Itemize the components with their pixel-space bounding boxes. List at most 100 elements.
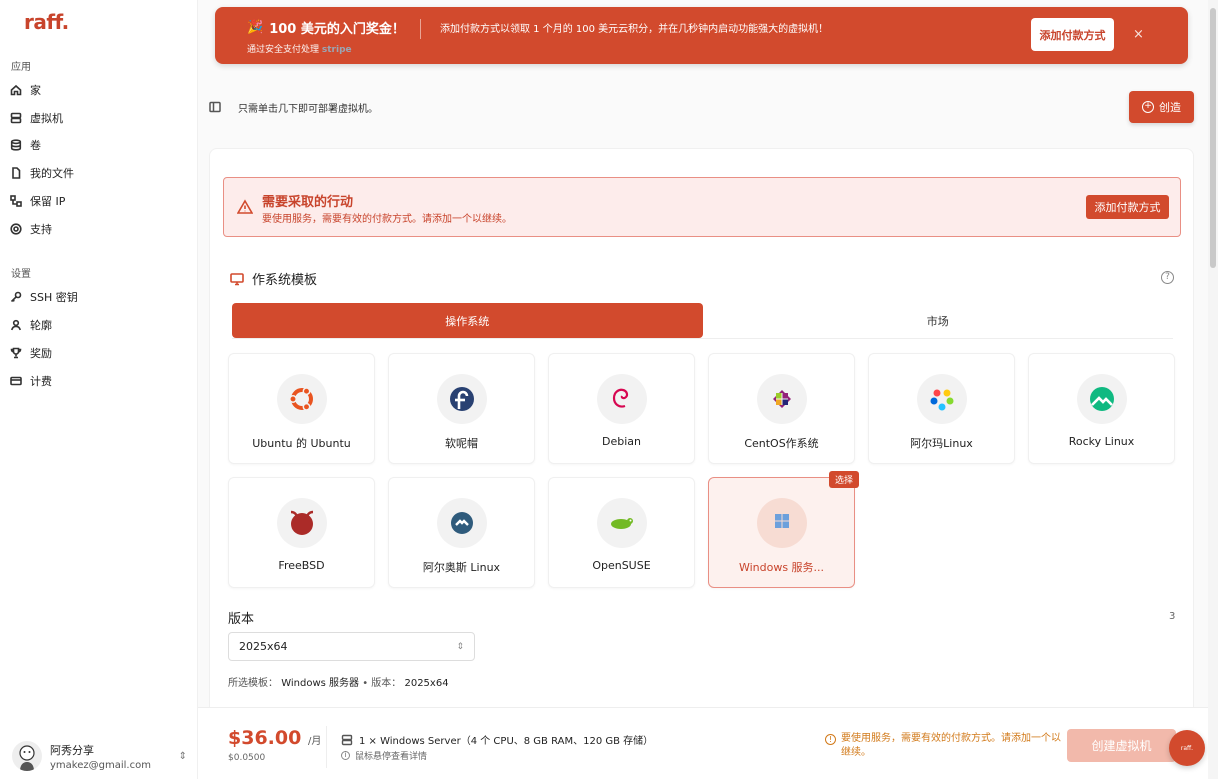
- app-logo[interactable]: raff.: [24, 10, 69, 34]
- scrollbar[interactable]: [1208, 0, 1218, 779]
- sidebar-item-support[interactable]: 支持: [10, 219, 52, 239]
- opensuse-icon: [596, 498, 647, 548]
- home-icon: [10, 84, 22, 96]
- os-tile-label: CentOS作系统: [744, 437, 819, 450]
- os-tile-opensuse[interactable]: OpenSUSE: [548, 477, 695, 588]
- os-tile-freebsd[interactable]: FreeBSD: [228, 477, 375, 588]
- os-tile-label: Rocky Linux: [1068, 435, 1135, 448]
- database-icon: [10, 139, 22, 151]
- key-icon: [10, 291, 22, 303]
- os-tile-arch[interactable]: 阿尔奥斯 Linux: [388, 477, 535, 588]
- os-tile-rocky[interactable]: Rocky Linux: [1028, 353, 1175, 464]
- arch-linux-icon: [436, 498, 487, 548]
- sidebar-item-label: SSH 密钥: [30, 291, 78, 304]
- party-icon: 🎉: [247, 20, 264, 35]
- promo-title: 🎉 100 美元的入门奖金！: [247, 18, 405, 37]
- version-count: 3: [1169, 611, 1176, 622]
- tab-os[interactable]: 操作系统: [232, 303, 703, 338]
- server-icon: [341, 734, 353, 745]
- promo-divider: [420, 19, 421, 39]
- os-tile-almalinux[interactable]: 阿尔玛Linux: [868, 353, 1015, 464]
- os-tile-label: 阿尔玛Linux: [910, 437, 973, 450]
- server-icon: [10, 112, 22, 124]
- windows-server-icon: [756, 498, 807, 548]
- user-name: 阿秀分享: [50, 743, 94, 757]
- sidebar-item-home[interactable]: 家: [10, 80, 41, 100]
- sidebar-item-label: 轮廓: [30, 319, 52, 332]
- sidebar-item-label: 计费: [30, 375, 52, 388]
- warning-triangle-icon: [236, 199, 254, 215]
- close-icon[interactable]: ×: [1133, 27, 1144, 42]
- alert-add-payment-button[interactable]: 添加付款方式: [1086, 195, 1169, 219]
- chevron-updown-icon: ⇕: [178, 750, 187, 762]
- create-vm-button[interactable]: 创建虚拟机: [1067, 729, 1176, 762]
- action-required-alert: 需要采取的行动 要使用服务，需要有效的付款方式。请添加一个以继续。 添加付款方式: [223, 177, 1181, 237]
- network-icon: [10, 195, 22, 207]
- sidebar-item-files[interactable]: 我的文件: [10, 163, 74, 183]
- os-tile-centos[interactable]: CentOS作系统: [708, 353, 855, 464]
- sidebar-item-profile[interactable]: 轮廓: [10, 315, 52, 335]
- sidebar: raff. 应用 家 虚拟机 卷 我的文件 保留 IP 支持 设置 SSH 密钥…: [0, 0, 198, 779]
- os-tile-windows[interactable]: Windows 服务... 选择: [708, 471, 859, 588]
- lifebuoy-icon: [10, 223, 22, 235]
- os-tile-fedora[interactable]: 软呢帽: [388, 353, 535, 464]
- tab-marketplace[interactable]: 市场: [703, 303, 1174, 338]
- version-select[interactable]: 2025x64 ⇕: [228, 632, 475, 661]
- summary-template: Windows 服务器: [281, 678, 360, 689]
- deploy-card: 需要采取的行动 要使用服务，需要有效的付款方式。请添加一个以继续。 添加付款方式…: [209, 148, 1194, 779]
- selected-badge: 选择: [828, 471, 859, 488]
- credit-card-icon: [10, 375, 22, 387]
- promo-title-text: 100 美元的入门奖金！: [269, 22, 405, 37]
- sidebar-item-billing[interactable]: 计费: [10, 371, 52, 391]
- fedora-icon: [436, 374, 487, 424]
- ubuntu-icon: [276, 374, 327, 424]
- rocky-linux-icon: [1076, 374, 1127, 424]
- os-tile-label: Windows 服务...: [738, 561, 825, 574]
- os-tile-debian[interactable]: Debian: [548, 353, 695, 464]
- os-tile-label: Debian: [602, 435, 641, 448]
- plus-circle-icon: +: [1142, 101, 1154, 113]
- chat-launcher-button[interactable]: raff.: [1169, 730, 1205, 766]
- promo-text: 添加付款方式以领取 1 个月的 100 美元云积分，并在几秒钟内启动功能强大的虚…: [440, 24, 829, 35]
- stripe-logo: stripe: [321, 45, 352, 55]
- vm-spec: 1 × Windows Server（4 个 CPU、8 GB RAM、120 …: [341, 732, 653, 747]
- promo-subtitle: 通过安全支付处理 stripe: [247, 42, 352, 55]
- summary-prefix: 所选模板：: [228, 678, 278, 689]
- main-content: 🎉 100 美元的入门奖金！ 通过安全支付处理 stripe 添加付款方式以领取…: [198, 0, 1208, 779]
- create-button[interactable]: + 创造: [1129, 91, 1194, 123]
- debian-icon: [596, 374, 647, 424]
- template-tabs: 操作系统 市场: [232, 303, 1173, 339]
- sidebar-item-label: 家: [30, 84, 41, 97]
- sidebar-item-ssh-keys[interactable]: SSH 密钥: [10, 287, 78, 307]
- version-select-value: 2025x64: [239, 640, 288, 653]
- sidebar-item-rewards[interactable]: 奖励: [10, 343, 52, 363]
- sidebar-toggle-icon[interactable]: [209, 101, 221, 113]
- os-tile-label: FreeBSD: [278, 559, 325, 572]
- selection-summary: 所选模板： Windows 服务器 • 版本： 2025x64: [228, 674, 449, 689]
- os-tile-ubuntu[interactable]: Ubuntu 的 Ubuntu: [228, 353, 375, 464]
- user-menu[interactable]: 阿秀分享 ymakez@gmail.com ⇕: [12, 741, 187, 771]
- summary-mid: • 版本：: [362, 678, 402, 689]
- promo-banner: 🎉 100 美元的入门奖金！ 通过安全支付处理 stripe 添加付款方式以领取…: [215, 7, 1188, 64]
- vm-spec-text: 1 × Windows Server（4 个 CPU、8 GB RAM、120 …: [359, 736, 654, 747]
- price-value: $36.00: [228, 727, 302, 749]
- sidebar-item-vms[interactable]: 虚拟机: [10, 108, 63, 128]
- help-icon[interactable]: ?: [1161, 271, 1174, 284]
- templates-heading: 作系统模板: [230, 269, 317, 288]
- sidebar-item-label: 保留 IP: [30, 195, 66, 208]
- sidebar-item-reserved-ip[interactable]: 保留 IP: [10, 191, 65, 211]
- info-icon: i: [341, 751, 350, 760]
- sidebar-item-volumes[interactable]: 卷: [10, 135, 41, 155]
- payment-warning-text: 要使用服务，需要有效的付款方式。请添加一个以继续。: [841, 733, 1061, 758]
- almalinux-icon: [916, 374, 967, 424]
- promo-add-payment-button[interactable]: 添加付款方式: [1031, 18, 1114, 51]
- vm-spec-hint-text: 鼠标悬停查看详情: [355, 752, 428, 762]
- alert-text: 要使用服务，需要有效的付款方式。请添加一个以继续。: [262, 214, 512, 225]
- alert-title: 需要采取的行动: [262, 195, 354, 210]
- section-label-apps: 应用: [11, 62, 31, 73]
- vm-spec-hint[interactable]: i 鼠标悬停查看详情: [341, 749, 427, 762]
- scrollbar-thumb[interactable]: [1210, 8, 1216, 268]
- hourly-price: $0.0500: [228, 753, 266, 763]
- payment-warning: ! 要使用服务，需要有效的付款方式。请添加一个以继续。: [825, 732, 1065, 760]
- freebsd-icon: [276, 498, 327, 548]
